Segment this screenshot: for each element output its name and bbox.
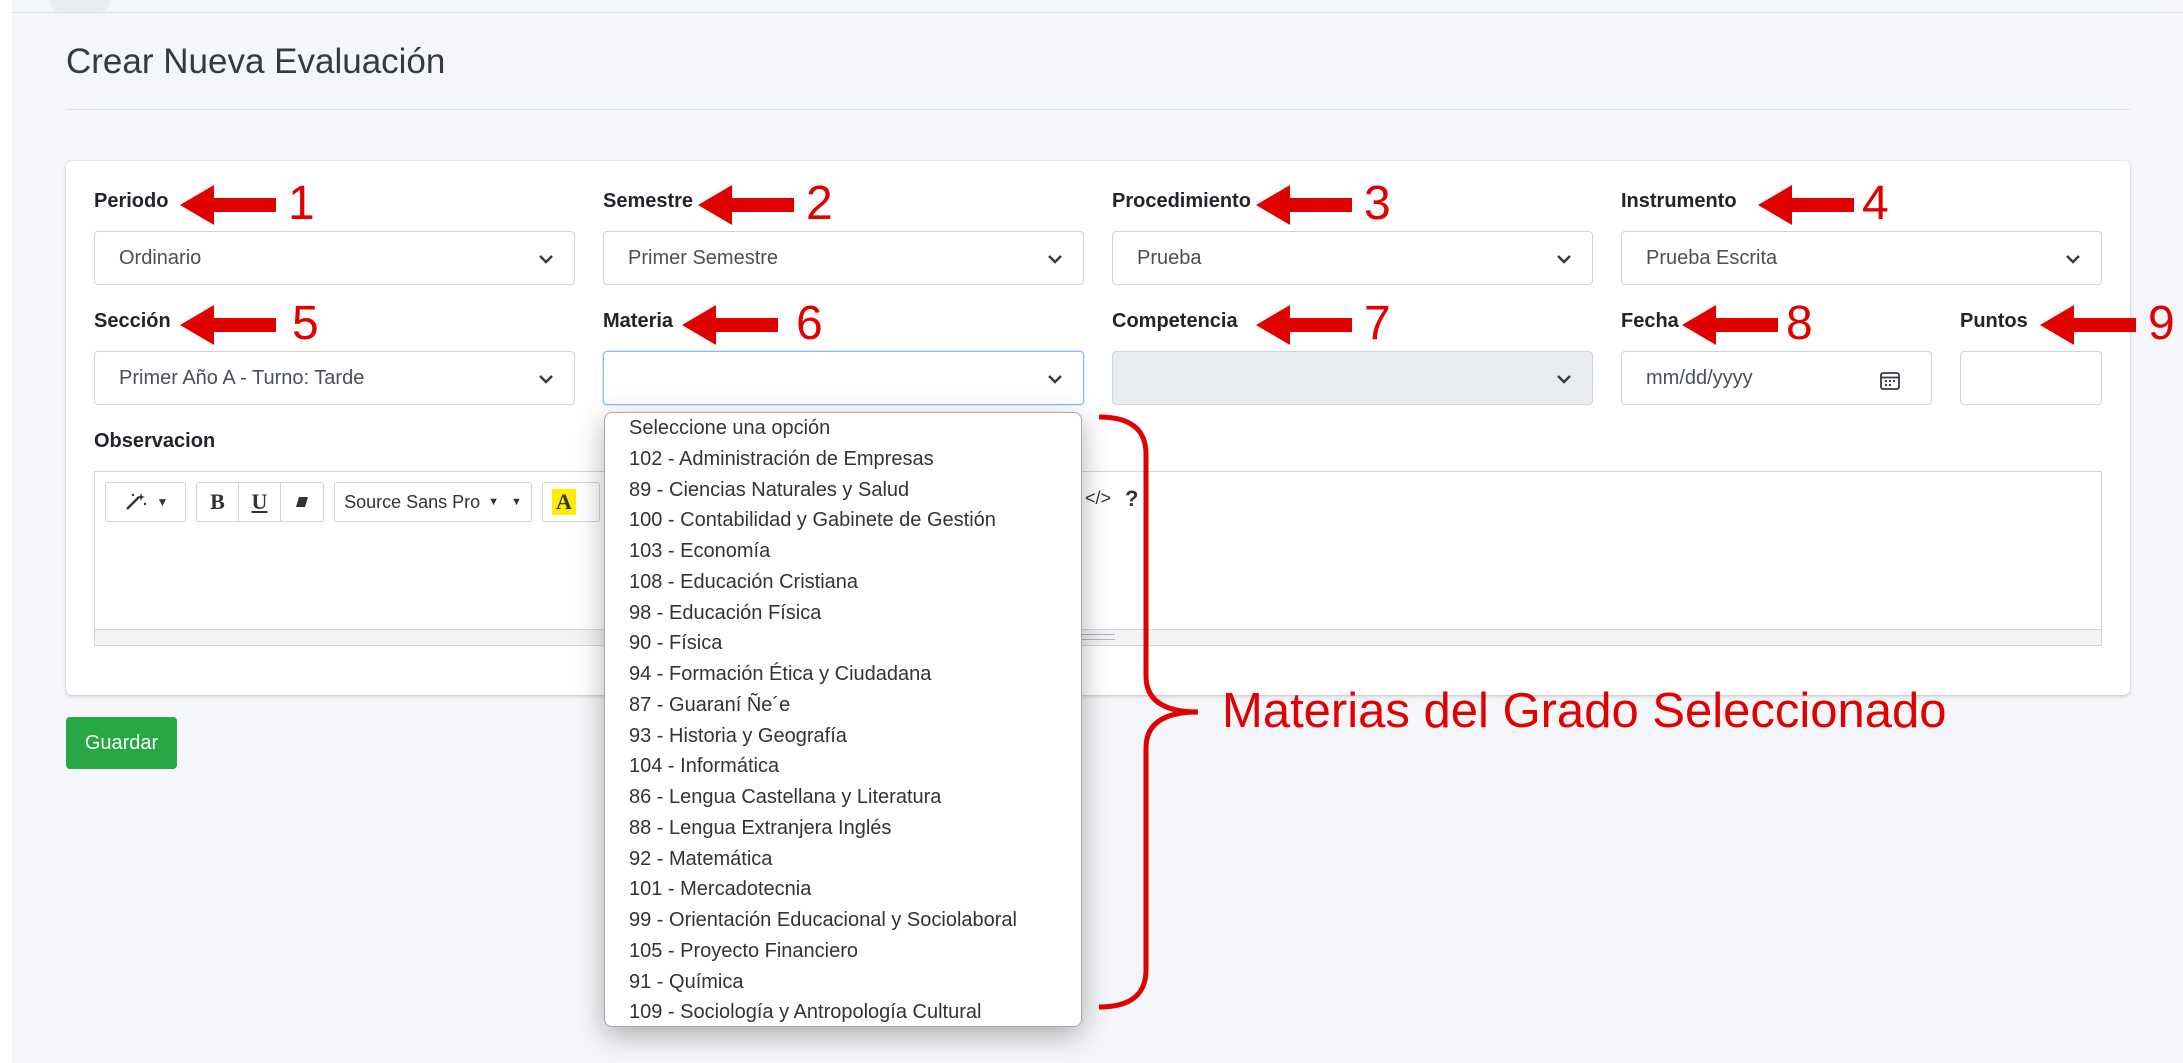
font-color-label: A	[552, 489, 576, 515]
caret-down-icon: ▼	[156, 495, 169, 509]
dropdown-option[interactable]: 109 - Sociología y Antropología Cultural	[629, 997, 981, 1026]
chevron-down-icon	[539, 375, 553, 384]
periodo-value: Ordinario	[119, 247, 202, 269]
dropdown-option[interactable]: 94 - Formación Ética y Ciudadana	[629, 659, 931, 689]
seccion-select[interactable]: Primer Año A - Turno: Tarde	[94, 351, 575, 405]
dropdown-option[interactable]: 99 - Orientación Educacional y Sociolabo…	[629, 905, 1017, 935]
dropdown-option[interactable]: 86 - Lengua Castellana y Literatura	[629, 782, 941, 812]
dropdown-option[interactable]: 101 - Mercadotecnia	[629, 874, 811, 904]
dropdown-option[interactable]: 105 - Proyecto Financiero	[629, 936, 858, 966]
dropdown-option[interactable]: 104 - Informática	[629, 751, 779, 781]
dropdown-option[interactable]: 100 - Contabilidad y Gabinete de Gestión	[629, 505, 996, 535]
dropdown-option[interactable]: 89 - Ciencias Naturales y Salud	[629, 475, 909, 505]
top-divider	[12, 12, 2183, 13]
fecha-input[interactable]: mm/dd/yyyy	[1621, 351, 1932, 405]
annotation-number: 2	[806, 177, 833, 230]
annotation-arrow	[1256, 185, 1352, 225]
dropdown-option[interactable]: 98 - Educación Física	[629, 598, 821, 628]
fecha-placeholder: mm/dd/yyyy	[1646, 367, 1753, 389]
dropdown-option[interactable]: 92 - Matemática	[629, 844, 772, 874]
chevron-down-icon	[1048, 255, 1062, 264]
materia-dropdown-list: Seleccione una opción 102 - Administració…	[604, 412, 1082, 1027]
dropdown-option[interactable]: 103 - Economía	[629, 536, 770, 566]
puntos-input[interactable]	[1960, 351, 2102, 405]
seccion-value: Primer Año A - Turno: Tarde	[119, 367, 365, 389]
curly-brace-annotation	[1098, 414, 1199, 1010]
observacion-label: Observacion	[94, 430, 216, 452]
style-dropdown[interactable]: ▼	[105, 482, 186, 522]
font-name-value: Source Sans Pro	[344, 491, 481, 512]
font-color-button[interactable]: A	[542, 482, 600, 522]
annotation-number: 1	[288, 177, 315, 230]
dropdown-option[interactable]: 102 - Administración de Empresas	[629, 444, 934, 474]
annotation-arrow	[1758, 185, 1854, 225]
annotation-arrow	[180, 305, 276, 345]
magic-wand-icon	[125, 493, 146, 510]
save-button[interactable]: Guardar	[66, 717, 177, 769]
procedimiento-select[interactable]: Prueba	[1112, 231, 1593, 285]
fecha-label: Fecha	[1621, 310, 1679, 332]
caret-down-icon: ▼	[511, 496, 522, 508]
text-style-group: B U	[196, 482, 324, 522]
procedimiento-label: Procedimiento	[1112, 190, 1251, 212]
competencia-label: Competencia	[1112, 310, 1238, 332]
eraser-button[interactable]	[281, 483, 323, 521]
annotation-arrow	[180, 185, 276, 225]
annotation-arrow	[1256, 305, 1352, 345]
dropdown-placeholder-option[interactable]: Seleccione una opción	[629, 413, 830, 443]
title-divider	[66, 109, 2130, 110]
materia-select[interactable]	[603, 351, 1084, 405]
semestre-select[interactable]: Primer Semestre	[603, 231, 1084, 285]
semestre-value: Primer Semestre	[628, 247, 779, 269]
annotation-number: 7	[1364, 297, 1391, 350]
instrumento-select[interactable]: Prueba Escrita	[1621, 231, 2102, 285]
eraser-icon	[296, 497, 308, 507]
dropdown-option[interactable]: 90 - Física	[629, 628, 722, 658]
instrumento-label: Instrumento	[1621, 190, 1737, 212]
bold-button[interactable]: B	[197, 483, 239, 521]
materia-label: Materia	[603, 310, 674, 332]
annotation-number: 4	[1862, 177, 1889, 230]
periodo-select[interactable]: Ordinario	[94, 231, 575, 285]
annotation-arrow	[682, 305, 778, 345]
dropdown-option[interactable]: 91 - Química	[629, 967, 743, 997]
left-edge	[0, 0, 12, 1063]
dropdown-option[interactable]: 88 - Lengua Extranjera Inglés	[629, 813, 891, 843]
competencia-select[interactable]	[1112, 351, 1593, 405]
dropdown-option[interactable]: 108 - Educación Cristiana	[629, 567, 858, 597]
annotation-number: 6	[796, 297, 823, 350]
seccion-label: Sección	[94, 310, 171, 332]
caret-down-icon: ▼	[488, 496, 500, 508]
underline-button[interactable]: U	[239, 483, 281, 521]
annotation-arrow	[698, 185, 794, 225]
annotation-arrow	[2040, 305, 2136, 345]
font-name-dropdown[interactable]: Source Sans Pro ▼ ▼	[334, 482, 532, 522]
annotation-number: 5	[292, 297, 319, 350]
procedimiento-value: Prueba	[1137, 247, 1202, 269]
chevron-down-icon	[1557, 255, 1571, 264]
chevron-down-icon	[2066, 255, 2080, 264]
semestre-label: Semestre	[603, 190, 694, 212]
dropdown-option[interactable]: 87 - Guaraní Ñe´e	[629, 690, 790, 720]
calendar-icon[interactable]	[1879, 369, 1901, 391]
chevron-down-icon	[1048, 375, 1062, 384]
annotation-arrow	[1682, 305, 1778, 345]
chevron-down-icon	[539, 255, 553, 264]
annotation-number: 8	[1786, 297, 1813, 350]
periodo-label: Periodo	[94, 190, 169, 212]
annotation-number: 3	[1364, 177, 1391, 230]
dropdown-option[interactable]: 93 - Historia y Geografía	[629, 721, 847, 751]
chevron-down-icon	[1557, 375, 1571, 384]
puntos-label: Puntos	[1960, 310, 2028, 332]
annotation-caption: Materias del Grado Seleccionado	[1222, 684, 1947, 738]
page-title: Crear Nueva Evaluación	[66, 42, 446, 81]
annotation-number: 9	[2148, 297, 2175, 350]
instrumento-value: Prueba Escrita	[1646, 247, 1778, 269]
